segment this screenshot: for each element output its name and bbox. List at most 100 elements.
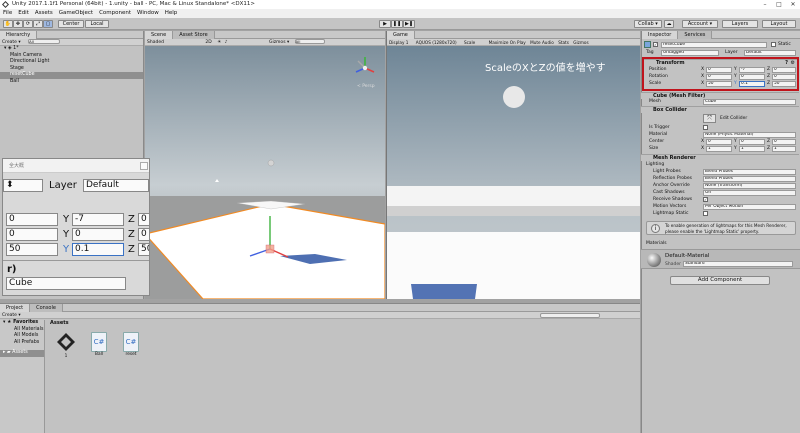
hierarchy-item-ball[interactable]: Ball xyxy=(0,79,143,86)
maximize-on-play-toggle[interactable]: Maximize On Play xyxy=(489,40,526,45)
tab-game[interactable]: Game xyxy=(387,31,415,39)
asset-scene-1[interactable]: 1 xyxy=(56,332,76,359)
mute-audio-toggle[interactable]: Mute Audio xyxy=(530,40,554,45)
box-collider-section-header[interactable]: Box Collider xyxy=(641,106,799,113)
close-icon[interactable]: ✕ xyxy=(786,0,800,9)
menu-edit[interactable]: Edit xyxy=(15,9,32,18)
persp-label[interactable]: < Persp xyxy=(357,83,375,89)
static-checkbox[interactable] xyxy=(771,42,776,47)
minimize-icon[interactable]: – xyxy=(758,0,772,9)
scene-viewport[interactable]: < Persp xyxy=(145,46,385,299)
pivot-local-button[interactable]: Local xyxy=(85,20,109,28)
add-component-button[interactable]: Add Component xyxy=(670,276,770,285)
scale-slider-label[interactable]: Scale xyxy=(464,40,475,45)
layout-button[interactable]: Layout xyxy=(762,20,796,28)
scale-x-field[interactable]: 50 xyxy=(706,80,732,87)
lightmap-static-checkbox[interactable] xyxy=(703,211,708,216)
rotate-tool-icon[interactable]: ⟳ xyxy=(23,20,33,28)
project-create-button[interactable]: Create ▾ xyxy=(2,313,21,318)
menu-gameobject[interactable]: GameObject xyxy=(56,9,96,18)
pause-icon[interactable]: ❚❚ xyxy=(391,20,403,28)
is-trigger-checkbox[interactable] xyxy=(703,125,708,130)
scene-header: Scene Asset Store xyxy=(145,31,385,39)
collab-button[interactable]: Collab ▾ xyxy=(634,20,662,28)
tab-scene[interactable]: Scene xyxy=(145,31,174,39)
position-z-field[interactable]: 0 xyxy=(772,66,796,73)
rotation-x-field[interactable]: 0 xyxy=(706,73,732,80)
pivot-center-button[interactable]: Center xyxy=(58,20,84,28)
project-search-input[interactable] xyxy=(540,312,600,318)
materials-foldout[interactable]: Materials xyxy=(643,240,798,247)
scale-tool-icon[interactable]: ⤢ xyxy=(33,20,43,28)
center-x-field[interactable]: 0 xyxy=(706,138,732,145)
center-z-field[interactable]: 0 xyxy=(772,138,796,145)
active-checkbox[interactable]: ✓ xyxy=(653,42,658,47)
motion-vectors-dropdown[interactable]: Per Object Motion xyxy=(703,203,796,210)
tab-console[interactable]: Console xyxy=(30,304,63,312)
menu-component[interactable]: Component xyxy=(96,9,134,18)
lighting-toggle-icon[interactable]: ☀ xyxy=(217,40,221,45)
layers-button[interactable]: Layers xyxy=(722,20,758,28)
scale-z-field[interactable]: 50 xyxy=(772,80,796,87)
material-preview[interactable]: Default-Material Shader Standard xyxy=(641,249,800,269)
display-dropdown[interactable]: Display 1 xyxy=(389,40,408,45)
audio-toggle-icon[interactable]: ♪ xyxy=(225,40,228,45)
mesh-field[interactable]: Cube xyxy=(703,98,796,105)
object-name-field[interactable]: resetCube xyxy=(661,41,767,48)
collider-material-field[interactable]: None (Physic Material) xyxy=(703,131,796,138)
shading-mode-dropdown[interactable]: Shaded xyxy=(147,40,164,45)
rotation-z-field[interactable]: 0 xyxy=(772,73,796,80)
scene-gizmos-dropdown[interactable]: Gizmos ▾ xyxy=(269,40,289,45)
scene-search-input[interactable]: All xyxy=(294,39,325,44)
shader-dropdown[interactable]: Standard xyxy=(683,261,793,267)
tab-inspector[interactable]: Inspector xyxy=(642,31,679,39)
position-y-field[interactable]: -7 xyxy=(739,66,765,73)
tab-project[interactable]: Project xyxy=(0,304,31,312)
rotation-y-field[interactable]: 0 xyxy=(739,73,765,80)
size-x-field[interactable]: 1 xyxy=(706,145,732,152)
2d-toggle[interactable]: 2D xyxy=(205,40,211,45)
receive-shadows-checkbox[interactable]: ✓ xyxy=(703,197,708,202)
layer-dropdown[interactable]: Default xyxy=(744,49,796,56)
menu-window[interactable]: Window xyxy=(134,9,162,18)
scale-y-field[interactable]: 0.1 xyxy=(739,80,765,87)
resolution-dropdown[interactable]: AQUOS (1280x720) xyxy=(416,40,457,45)
move-gizmo-center[interactable] xyxy=(265,244,275,254)
light-probes-dropdown[interactable]: Blend Probes xyxy=(703,168,796,175)
hierarchy-search-input[interactable]: All xyxy=(28,39,61,44)
assets-folder-node[interactable]: ▸ ▰ Assets xyxy=(0,350,44,357)
stats-toggle[interactable]: Stats xyxy=(558,40,569,45)
hierarchy-create-button[interactable]: Create ▾ xyxy=(2,40,21,45)
favorite-all-prefabs[interactable]: All Prefabs xyxy=(0,340,44,347)
mesh-renderer-section-header[interactable]: Mesh Renderer xyxy=(641,154,799,161)
cast-shadows-dropdown[interactable]: On xyxy=(703,189,796,196)
anchor-override-field[interactable]: None (Transform) xyxy=(703,182,796,189)
tag-dropdown[interactable]: Untagged xyxy=(661,49,719,56)
center-y-field[interactable]: 0 xyxy=(739,138,765,145)
account-button[interactable]: Account ▾ xyxy=(682,20,718,28)
menu-help[interactable]: Help xyxy=(162,9,181,18)
asset-script-ball[interactable]: C# Ball xyxy=(89,332,109,357)
rect-tool-icon[interactable]: ▢ xyxy=(43,20,53,28)
size-z-field[interactable]: 1 xyxy=(772,145,796,152)
move-tool-icon[interactable]: ✥ xyxy=(13,20,23,28)
maximize-icon[interactable]: □ xyxy=(772,0,786,9)
cloud-icon[interactable]: ☁ xyxy=(664,20,674,28)
menu-assets[interactable]: Assets xyxy=(32,9,56,18)
position-x-field[interactable]: 0 xyxy=(706,66,732,73)
step-icon[interactable]: ▶❚ xyxy=(403,20,415,28)
tab-asset-store[interactable]: Asset Store xyxy=(173,31,215,39)
asset-script-reset[interactable]: C# reset xyxy=(121,332,141,357)
reflection-probes-dropdown[interactable]: Blend Probes xyxy=(703,175,796,182)
tab-hierarchy[interactable]: Hierarchy xyxy=(0,31,38,39)
favorites-node[interactable]: ▾ ★ Favorites xyxy=(0,320,44,327)
transform-section-header[interactable]: Transform ? ⚙ xyxy=(644,59,797,66)
size-y-field[interactable]: 1 xyxy=(739,145,765,152)
menu-file[interactable]: File xyxy=(0,9,15,18)
edit-collider-icon[interactable]: ⤧ xyxy=(703,114,716,123)
play-icon[interactable]: ▶ xyxy=(379,20,391,28)
game-gizmos-toggle[interactable]: Gizmos xyxy=(573,40,588,45)
hand-tool-icon[interactable]: ✋ xyxy=(3,20,13,28)
tab-services[interactable]: Services xyxy=(678,31,713,39)
lighting-foldout[interactable]: Lighting xyxy=(643,161,798,168)
